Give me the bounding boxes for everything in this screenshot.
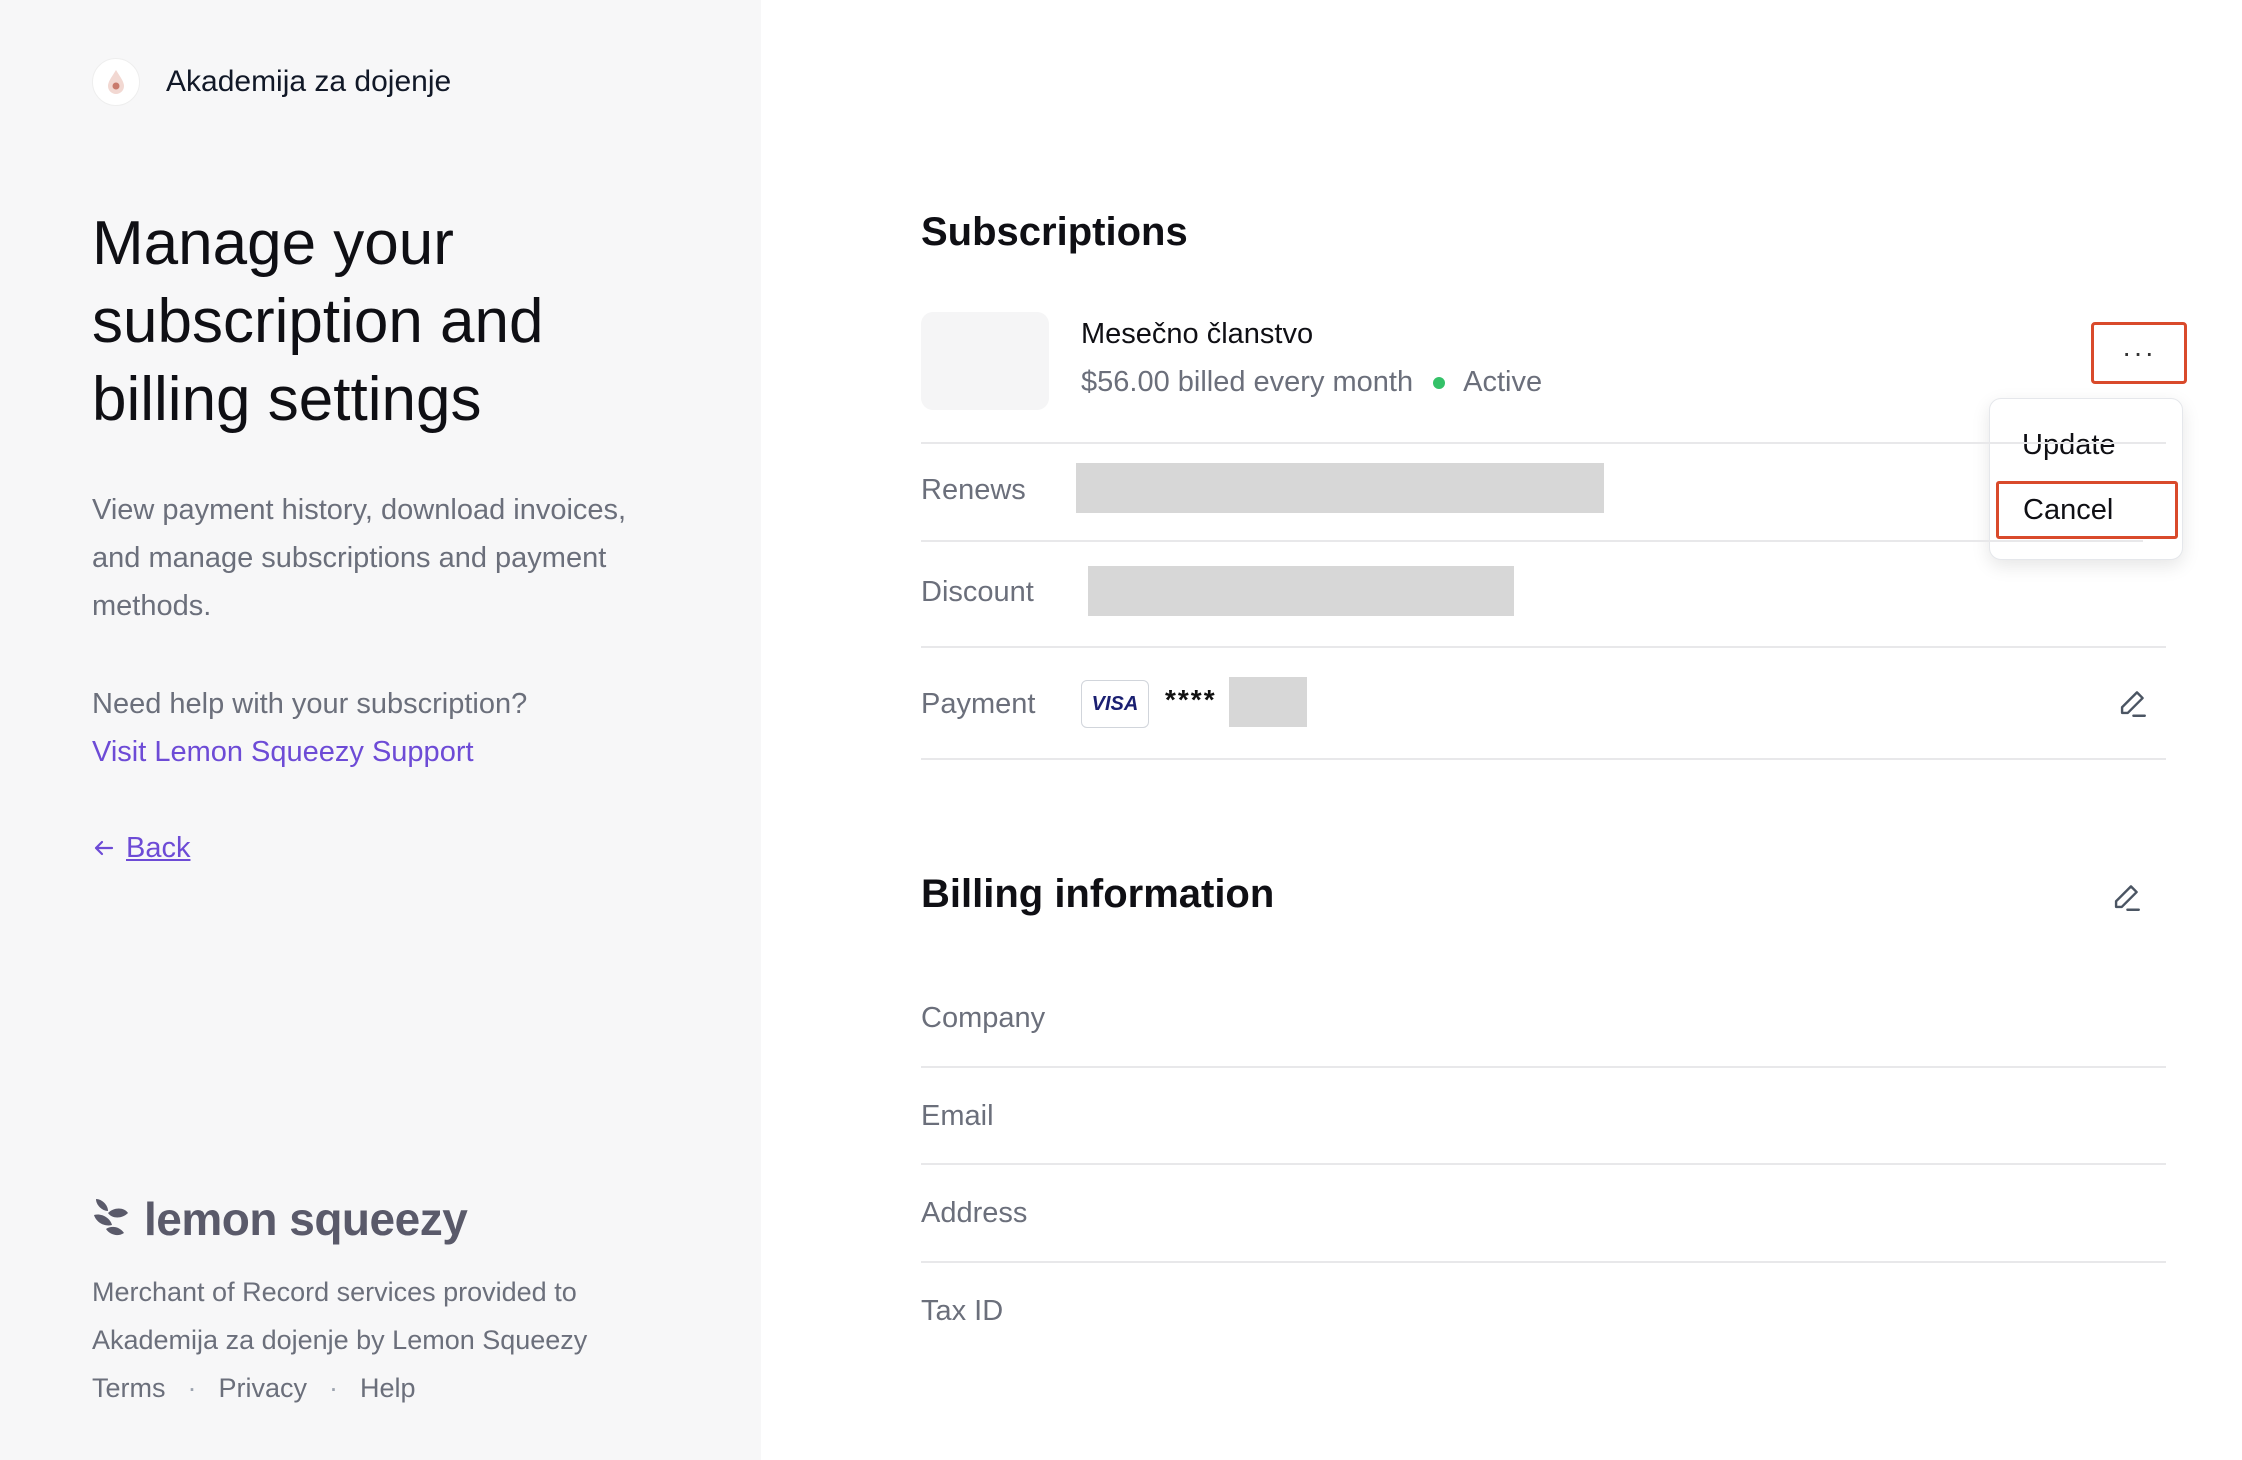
divider <box>921 1066 2166 1068</box>
lemon-squeezy-mark-icon <box>94 1199 128 1236</box>
help-question: Need help with your subscription? <box>92 688 528 720</box>
help-link[interactable]: Help <box>360 1364 416 1412</box>
menu-item-cancel[interactable]: Cancel <box>1996 481 2178 539</box>
ellipsis-icon: ··· <box>2122 337 2156 368</box>
divider <box>921 1261 2166 1263</box>
privacy-link[interactable]: Privacy <box>219 1364 308 1412</box>
support-link[interactable]: Visit Lemon Squeezy Support <box>92 728 474 776</box>
separator-dot: · <box>329 1373 339 1403</box>
divider <box>921 1163 2166 1165</box>
divider <box>921 442 2166 444</box>
tax-id-label: Tax ID <box>921 1295 1004 1327</box>
divider <box>921 758 2166 760</box>
footer-links: Terms · Privacy · Help <box>92 1364 416 1412</box>
brand-name: Akademija za dojenje <box>166 65 452 98</box>
plan-name: Mesečno članstvo <box>1081 318 1314 350</box>
company-label: Company <box>921 1002 1046 1034</box>
terms-link[interactable]: Terms <box>92 1364 166 1412</box>
payment-label: Payment <box>921 688 1036 720</box>
brand: Akademija za dojenje <box>92 58 451 106</box>
merchant-of-record-text: Merchant of Record services provided to … <box>92 1277 588 1355</box>
redacted-renews-value <box>1076 463 1604 513</box>
address-label: Address <box>921 1197 1028 1229</box>
redacted-card-last-digits <box>1229 677 1307 727</box>
subscriptions-title: Subscriptions <box>921 210 1188 254</box>
discount-label: Discount <box>921 576 1034 608</box>
subscription-menu: Update Cancel <box>1989 398 2183 560</box>
edit-payment-icon[interactable] <box>2115 686 2149 720</box>
plan-thumbnail <box>921 312 1049 410</box>
left-panel: Akademija za dojenje Manage your subscri… <box>0 0 761 1460</box>
menu-item-update[interactable]: Update <box>2022 429 2116 462</box>
card-number-mask: **** <box>1165 684 1217 715</box>
divider <box>921 646 2166 648</box>
renews-label: Renews <box>921 474 1026 506</box>
back-label: Back <box>126 832 191 864</box>
email-label: Email <box>921 1100 994 1132</box>
edit-billing-icon[interactable] <box>2109 880 2143 914</box>
divider <box>921 540 2143 542</box>
billing-title: Billing information <box>921 872 1275 916</box>
back-link[interactable]: Back <box>92 824 190 872</box>
redacted-discount-value <box>1088 566 1514 616</box>
main-panel: Subscriptions Mesečno članstvo $56.00 bi… <box>761 0 2242 1460</box>
arrow-left-icon <box>94 840 114 856</box>
status-dot-icon <box>1433 376 1446 389</box>
page-description: View payment history, download invoices,… <box>92 494 627 622</box>
lemon-squeezy-logo: lemon squeezy <box>90 1192 468 1246</box>
plan-meta: $56.00 billed every month Active <box>1081 366 1542 399</box>
visa-card-icon: VISA <box>1081 680 1149 728</box>
brand-logo-icon <box>92 58 140 106</box>
page: Akademija za dojenje Manage your subscri… <box>0 0 2242 1460</box>
lemon-squeezy-wordmark: lemon squeezy <box>144 1193 468 1245</box>
plan-price: $56.00 billed every month <box>1081 366 1414 398</box>
status-badge: Active <box>1463 366 1543 398</box>
separator-dot: · <box>187 1373 197 1403</box>
more-options-button[interactable]: ··· <box>2091 322 2187 384</box>
page-title: Manage your subscription and billing set… <box>92 209 544 434</box>
